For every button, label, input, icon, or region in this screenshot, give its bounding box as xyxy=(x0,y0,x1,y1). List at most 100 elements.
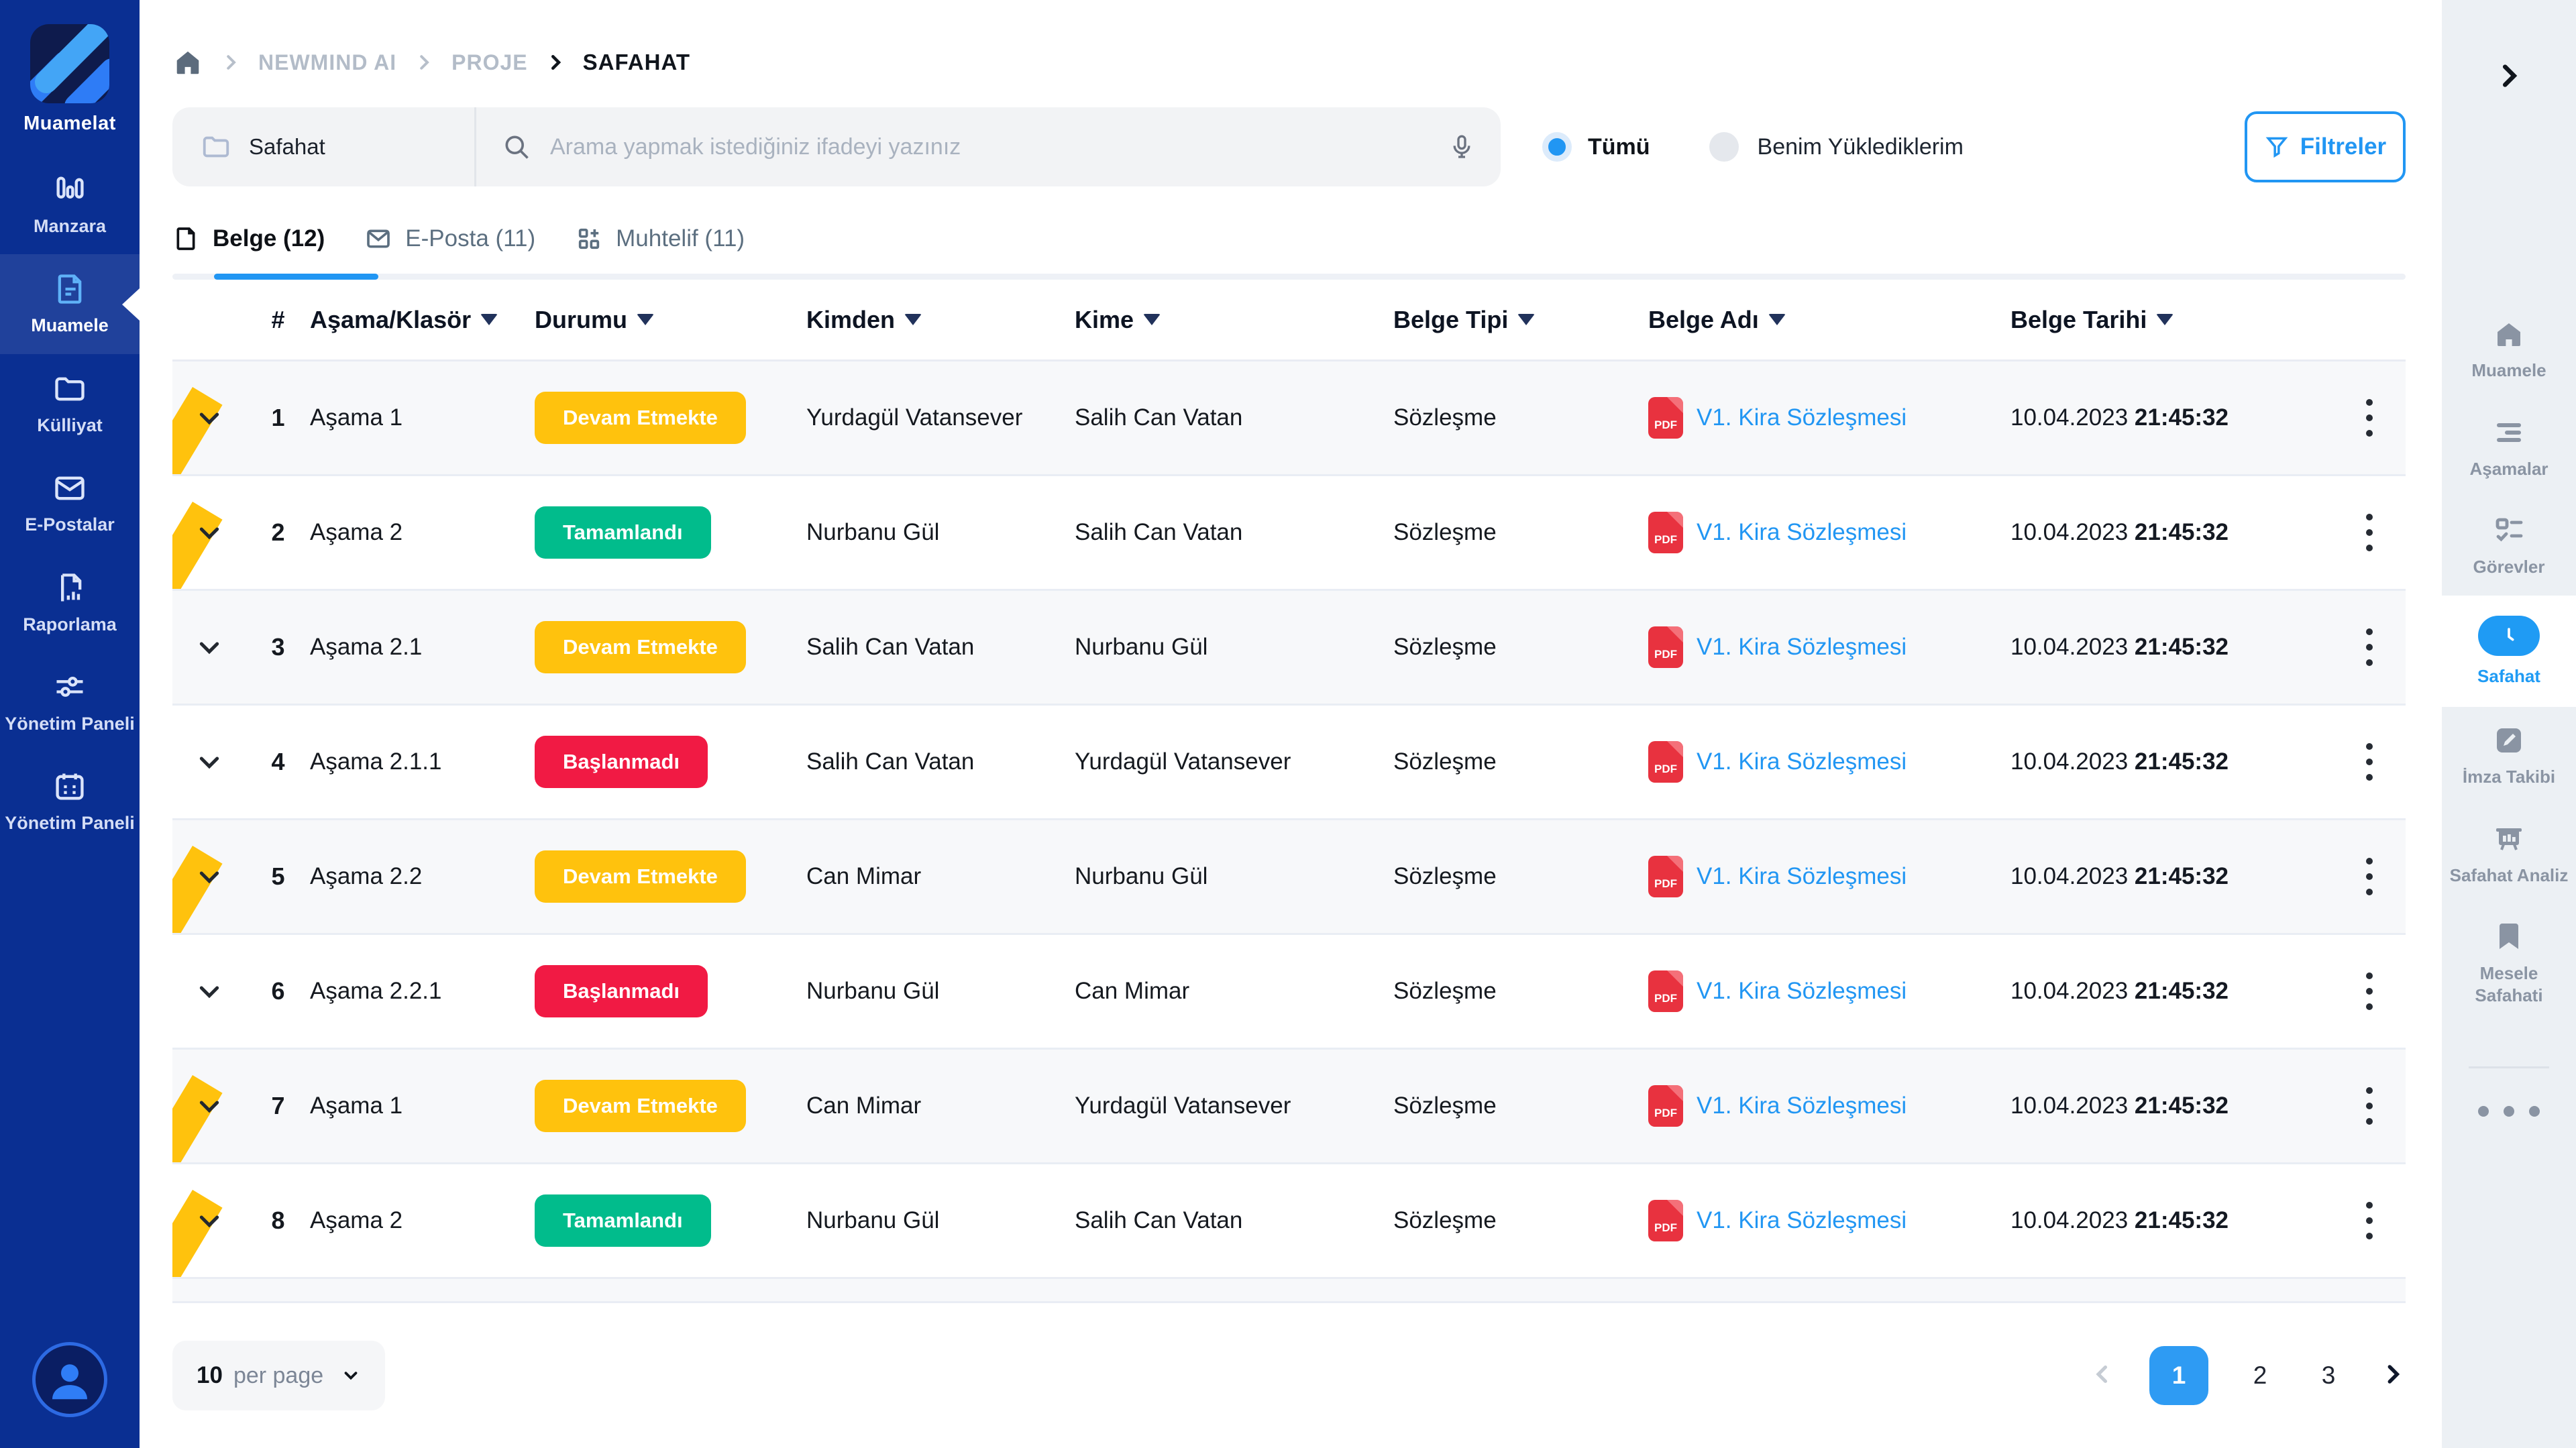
row-menu-kebab[interactable] xyxy=(2332,858,2406,895)
row-date: 10.04.2023 21:45:32 xyxy=(2010,1093,2332,1119)
search-row: Safahat Arama yapmak istediğiniz ifadeyi… xyxy=(172,107,2406,186)
rail-collapse-button[interactable] xyxy=(2485,52,2532,99)
status-badge: Devam Etmekte xyxy=(535,392,746,444)
radio-benim-yuklediklerim-label[interactable]: Benim Yüklediklerim xyxy=(1758,134,1964,160)
expand-chevron-icon[interactable] xyxy=(196,634,223,661)
page-1-button[interactable]: 1 xyxy=(2149,1346,2208,1405)
row-to: Can Mimar xyxy=(1075,978,1393,1005)
sidebar-item-yonetim-paneli-2[interactable]: Yönetim Paneli xyxy=(0,752,140,851)
col-num: # xyxy=(246,306,310,334)
page-buttons: 1 2 3 xyxy=(2090,1346,2406,1405)
ribbon-marker xyxy=(172,1075,223,1164)
tab-belge[interactable]: Belge (12) xyxy=(172,225,325,252)
sidebar-item-epostalar[interactable]: E-Postalar xyxy=(0,453,140,553)
rail-item-imza-takibi[interactable]: İmza Takibi xyxy=(2442,707,2576,805)
row-date: 10.04.2023 21:45:32 xyxy=(2010,978,2332,1005)
rail-item-muamele[interactable]: Muamele xyxy=(2442,300,2576,399)
rail-item-mesele-safahati[interactable]: Mesele Safahati xyxy=(2442,903,2576,1023)
document-link[interactable]: V1. Kira Sözleşmesi xyxy=(1697,978,1907,1005)
tab-eposta[interactable]: E-Posta (11) xyxy=(365,225,535,252)
rail-item-safahat[interactable]: Safahat xyxy=(2442,596,2576,708)
document-link[interactable]: V1. Kira Sözleşmesi xyxy=(1697,519,1907,546)
search-box: Safahat Arama yapmak istediğiniz ifadeyi… xyxy=(172,107,1501,186)
row-menu-kebab[interactable] xyxy=(2332,743,2406,781)
expand-chevron-icon[interactable] xyxy=(196,978,223,1005)
expand-chevron-icon[interactable] xyxy=(196,1207,223,1234)
row-menu-kebab[interactable] xyxy=(2332,972,2406,1010)
col-type[interactable]: Belge Tipi xyxy=(1393,306,1648,334)
sidebar-item-raporlama[interactable]: Raporlama xyxy=(0,553,140,653)
prev-page-button[interactable] xyxy=(2090,1362,2114,1390)
row-to: Salih Can Vatan xyxy=(1075,404,1393,431)
table-row: 4 Aşama 2.1.1 Başlanmadı Salih Can Vatan… xyxy=(172,706,2406,820)
sort-caret-icon xyxy=(1143,314,1161,325)
document-link[interactable]: V1. Kira Sözleşmesi xyxy=(1697,1093,1907,1119)
per-page-select[interactable]: 10 per page xyxy=(172,1341,385,1410)
search-input[interactable]: Arama yapmak istediğiniz ifadeyi yazınız xyxy=(476,132,1501,162)
search-context-chip[interactable]: Safahat xyxy=(172,131,474,162)
pdf-icon: PDF xyxy=(1648,856,1683,897)
row-menu-kebab[interactable] xyxy=(2332,1087,2406,1125)
app-root: Muamelat Manzara Muamele Külliyat E-Post… xyxy=(0,0,2576,1448)
next-page-button[interactable] xyxy=(2380,1361,2406,1390)
clock-icon xyxy=(2478,616,2540,656)
app-logo[interactable]: Muamelat xyxy=(23,24,116,135)
home-icon[interactable] xyxy=(172,47,203,78)
breadcrumb: NEWMIND AI PROJE SAFAHAT xyxy=(172,47,2406,78)
expand-chevron-icon[interactable] xyxy=(196,404,223,431)
sidebar-item-kulliyat[interactable]: Külliyat xyxy=(0,354,140,453)
page-2-button[interactable]: 2 xyxy=(2243,1361,2277,1390)
rail-item-safahat-analiz[interactable]: Safahat Analiz xyxy=(2442,805,2576,904)
expand-chevron-icon[interactable] xyxy=(196,1093,223,1119)
grid-plus-icon xyxy=(576,225,602,252)
microphone-icon[interactable] xyxy=(1448,133,1475,160)
document-link[interactable]: V1. Kira Sözleşmesi xyxy=(1697,634,1907,661)
col-from[interactable]: Kimden xyxy=(806,306,1075,334)
row-stage: Aşama 2.2 xyxy=(310,863,535,890)
user-avatar[interactable] xyxy=(32,1342,107,1417)
expand-chevron-icon[interactable] xyxy=(196,519,223,546)
col-status[interactable]: Durumu xyxy=(535,306,806,334)
row-menu-kebab[interactable] xyxy=(2332,628,2406,666)
search-icon xyxy=(502,132,531,162)
breadcrumb-proje[interactable]: PROJE xyxy=(451,50,527,75)
table-header: # Aşama/Klasör Durumu Kimden Kime Belge … xyxy=(172,280,2406,361)
document-link[interactable]: V1. Kira Sözleşmesi xyxy=(1697,1207,1907,1234)
app-logo-icon xyxy=(30,24,109,103)
row-stage: Aşama 2 xyxy=(310,519,535,546)
table-row: 8 Aşama 2 Tamamlandı Nurbanu Gül Salih C… xyxy=(172,1164,2406,1279)
radio-benim-yuklediklerim[interactable] xyxy=(1709,132,1739,162)
row-menu-kebab[interactable] xyxy=(2332,399,2406,437)
row-stage: Aşama 2.1.1 xyxy=(310,748,535,775)
page-3-button[interactable]: 3 xyxy=(2312,1361,2345,1390)
row-menu-kebab[interactable] xyxy=(2332,514,2406,551)
radio-tumu-label[interactable]: Tümü xyxy=(1588,134,1650,160)
document-link[interactable]: V1. Kira Sözleşmesi xyxy=(1697,748,1907,775)
document-link[interactable]: V1. Kira Sözleşmesi xyxy=(1697,863,1907,890)
rail-item-asamalar[interactable]: Aşamalar xyxy=(2442,399,2576,498)
rail-more-button[interactable] xyxy=(2478,1106,2540,1117)
status-badge: Devam Etmekte xyxy=(535,850,746,903)
breadcrumb-newmind-ai[interactable]: NEWMIND AI xyxy=(258,50,396,75)
radio-tumu[interactable] xyxy=(1542,132,1572,162)
ribbon-marker xyxy=(172,387,223,476)
tab-muhtelif[interactable]: Muhtelif (11) xyxy=(576,225,745,252)
sidebar-item-muamele[interactable]: Muamele xyxy=(0,254,140,353)
row-menu-kebab[interactable] xyxy=(2332,1202,2406,1239)
expand-chevron-icon[interactable] xyxy=(196,863,223,890)
row-number: 1 xyxy=(246,404,310,432)
sidebar-item-yonetim-paneli[interactable]: Yönetim Paneli xyxy=(0,653,140,752)
table-row: 6 Aşama 2.2.1 Başlanmadı Nurbanu Gül Can… xyxy=(172,935,2406,1050)
sidebar-item-manzara[interactable]: Manzara xyxy=(0,155,140,254)
col-date[interactable]: Belge Tarihi xyxy=(2010,306,2332,334)
col-name[interactable]: Belge Adı xyxy=(1648,306,2010,334)
col-to[interactable]: Kime xyxy=(1075,306,1393,334)
rail-item-gorevler[interactable]: Görevler xyxy=(2442,497,2576,596)
col-stage[interactable]: Aşama/Klasör xyxy=(310,306,535,334)
row-from: Nurbanu Gül xyxy=(806,978,1075,1005)
sliders-icon xyxy=(52,670,87,705)
filters-button[interactable]: Filtreler xyxy=(2245,111,2406,182)
document-link[interactable]: V1. Kira Sözleşmesi xyxy=(1697,404,1907,431)
expand-chevron-icon[interactable] xyxy=(196,748,223,775)
table-row: 3 Aşama 2.1 Devam Etmekte Salih Can Vata… xyxy=(172,591,2406,706)
